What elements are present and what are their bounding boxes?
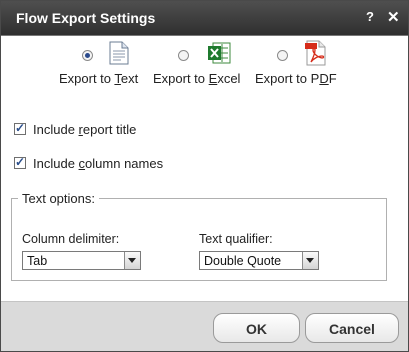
help-icon[interactable]: ? xyxy=(366,9,374,24)
text-options-legend: Text options: xyxy=(22,191,95,206)
ok-button[interactable]: OK xyxy=(213,313,300,343)
export-excel-label-pre: Export to xyxy=(153,71,209,86)
export-excel-label-post: xcel xyxy=(217,71,241,86)
report-title-label-post: eport title xyxy=(82,122,137,137)
dialog-content: Export to Text Export to Excel Export to… xyxy=(1,36,408,301)
pdf-icon xyxy=(305,40,327,71)
export-text-label-pre: Export to xyxy=(59,71,115,86)
text-qualifier-select[interactable]: Double Quote xyxy=(199,251,319,270)
column-delimiter-label: Column delimiter: xyxy=(22,232,120,246)
dialog-footer: OK Cancel xyxy=(1,301,408,351)
column-names-label-pre: Include xyxy=(33,156,79,171)
export-pdf-label-key: D xyxy=(319,71,329,86)
column-delimiter-select[interactable]: Tab xyxy=(22,251,141,270)
column-delimiter-value: Tab xyxy=(27,254,48,268)
flow-export-dialog: Flow Export Settings ? ✕ Export to Text xyxy=(0,0,409,352)
close-icon[interactable]: ✕ xyxy=(387,8,400,26)
export-excel-label[interactable]: Export to Excel xyxy=(153,71,240,86)
export-pdf-label-post: F xyxy=(328,71,337,86)
report-title-label-pre: Include xyxy=(33,122,79,137)
radio-export-text[interactable] xyxy=(82,50,93,61)
export-excel-label-key: E xyxy=(208,71,218,86)
include-report-title-checkbox[interactable] xyxy=(14,121,26,135)
export-text-label[interactable]: Export to Text xyxy=(59,71,138,86)
text-qualifier-label: Text qualifier: xyxy=(199,232,273,246)
dialog-title: Flow Export Settings xyxy=(16,10,156,26)
include-column-names-checkbox[interactable] xyxy=(14,155,26,169)
column-names-label-post: olumn names xyxy=(85,156,164,171)
export-pdf-label-pre: Export to P xyxy=(255,71,320,86)
export-pdf-label[interactable]: Export to PDF xyxy=(255,71,337,86)
export-text-label-post: ext xyxy=(120,71,139,86)
include-column-names-label[interactable]: Include column names xyxy=(33,156,163,171)
text-file-icon xyxy=(109,41,129,70)
title-bar[interactable]: Flow Export Settings ? ✕ xyxy=(1,1,408,36)
radio-export-excel[interactable] xyxy=(178,50,189,61)
radio-export-pdf[interactable] xyxy=(277,50,288,61)
cancel-button[interactable]: Cancel xyxy=(305,313,399,343)
excel-icon xyxy=(207,41,231,70)
chevron-down-icon[interactable] xyxy=(124,252,140,269)
include-report-title-label[interactable]: Include report title xyxy=(33,122,136,137)
text-qualifier-value: Double Quote xyxy=(204,254,282,268)
chevron-down-icon[interactable] xyxy=(302,252,318,269)
